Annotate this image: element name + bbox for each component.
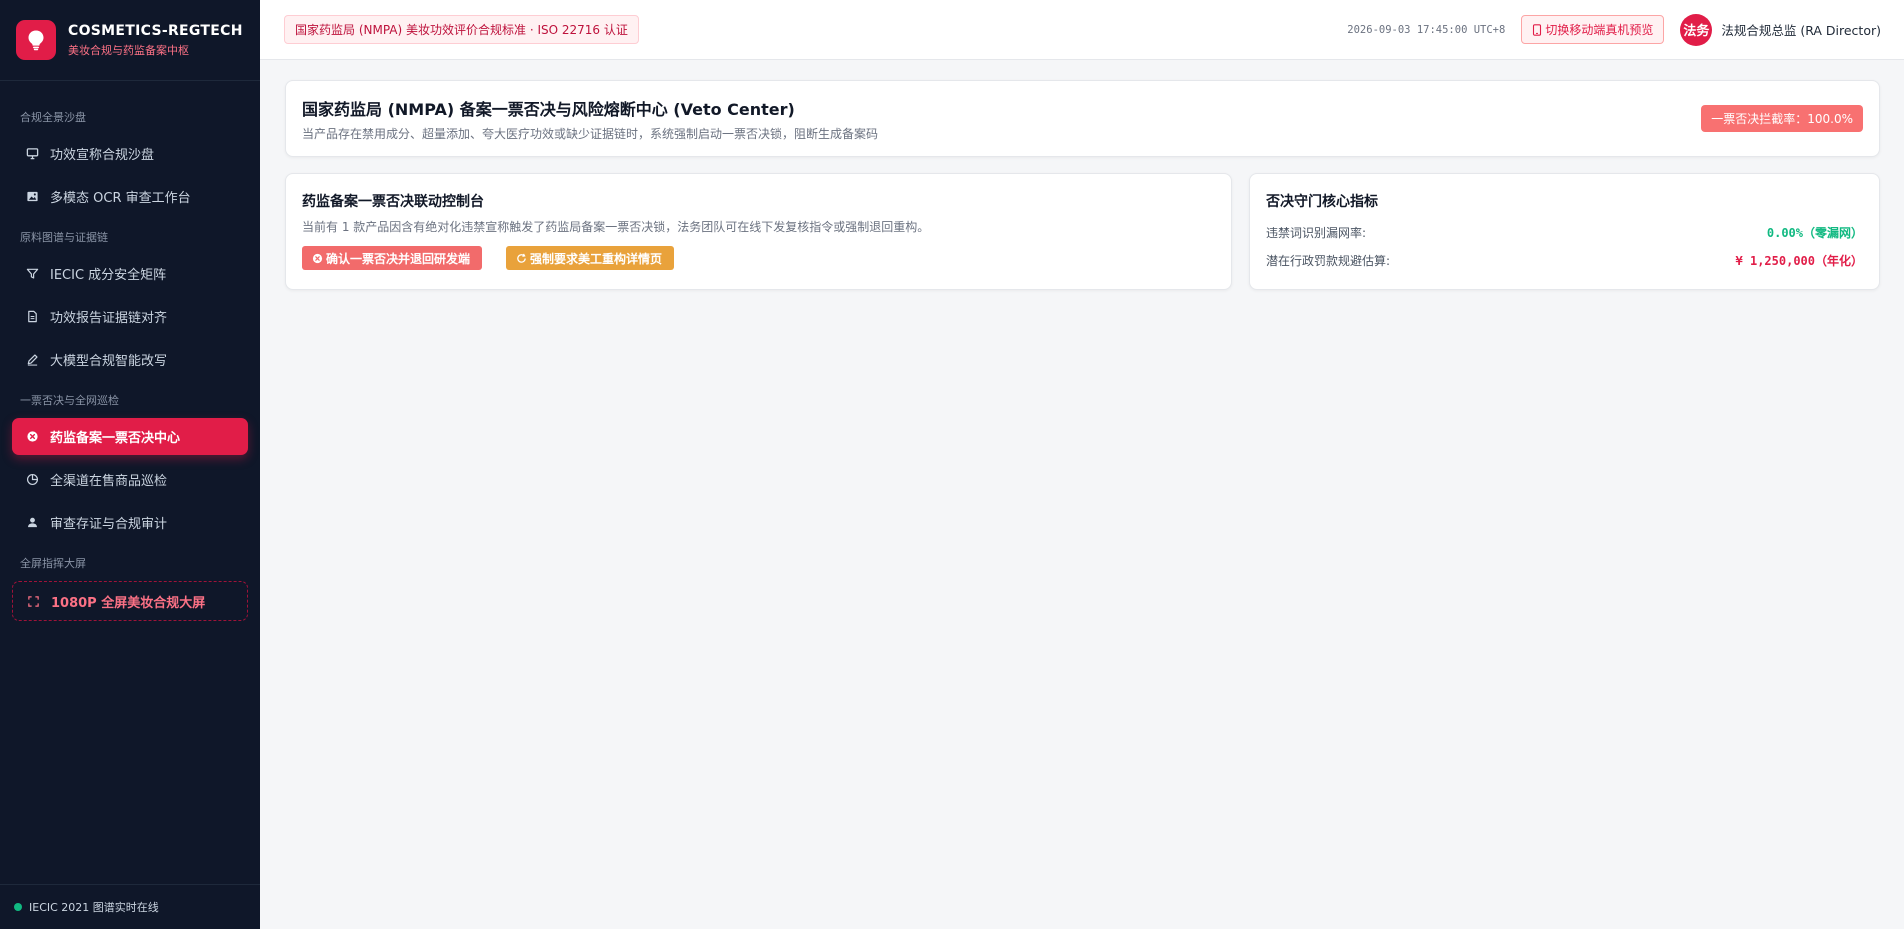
mobile-preview-label: 切换移动端真机预览 (1545, 23, 1654, 37)
app-root: COSMETICS-REGTECH 美妆合规与药监备案中枢 合规全景沙盘 功效宣… (0, 0, 1904, 929)
metric-penalty-estimate: 潜在行政罚款规避估算: ¥ 1,250,000（年化） (1266, 252, 1863, 269)
refresh-icon (516, 253, 527, 264)
datetime: 2026-09-03 17:45:00 UTC+8 (1347, 23, 1506, 36)
sidebar-item-audit[interactable]: 审查存证与合规审计 (12, 504, 248, 541)
sidebar-item-evidence-chain[interactable]: 功效报告证据链对齐 (12, 298, 248, 335)
fullscreen-icon (25, 593, 41, 609)
avatar[interactable]: 法务 (1680, 13, 1713, 46)
interception-rate-badge: 一票否决拦截率：100.0% (1701, 105, 1863, 132)
sidebar-item-fullscreen-dashboard[interactable]: 1080P 全屏美妆合规大屏 (12, 581, 248, 621)
sidebar-item-label: 审查存证与合规审计 (50, 517, 168, 532)
sidebar-item-label: 药监备案一票否决中心 (50, 431, 181, 446)
brand-name: COSMETICS-REGTECH (68, 22, 243, 39)
metric-label: 违禁词识别漏网率: (1266, 226, 1367, 240)
nav-group-title: 合规全景沙盘 (20, 111, 86, 124)
metrics-title: 否决守门核心指标 (1266, 194, 1378, 210)
status-online-dot-icon (14, 903, 22, 911)
standard-badge: 国家药监局 (NMPA) 美妆功效评价合规标准 · ISO 22716 认证 (284, 15, 639, 44)
metric-value: 0.00%（零漏网） (1766, 226, 1863, 240)
sidebar-item-label: 功效报告证据链对齐 (50, 311, 168, 326)
force-rework-label: 强制要求美工重构详情页 (530, 251, 663, 266)
confirm-veto-button[interactable]: 确认一票否决并退回研发端 (302, 246, 483, 270)
lightbulb-logo-icon (16, 20, 56, 60)
sidebar-item-veto-center[interactable]: 药监备案一票否决中心 (12, 418, 248, 455)
sidebar-footer: IECIC 2021 图谱实时在线 (0, 884, 260, 929)
x-circle-icon (312, 253, 323, 264)
nav-group-title: 原料图谱与证据链 (20, 231, 108, 244)
pie-chart-icon (24, 472, 40, 488)
sidebar-item-label: 1080P 全屏美妆合规大屏 (51, 595, 206, 611)
cards-row: 药监备案一票否决联动控制台 当前有 1 款产品因含有绝对化违禁宣称触发了药监局备… (285, 173, 1880, 290)
sidebar-item-label: 全渠道在售商品巡检 (50, 474, 168, 489)
metric-label: 潜在行政罚款规避估算: (1266, 254, 1391, 268)
sidebar-item-iecic-matrix[interactable]: IECIC 成分安全矩阵 (12, 255, 248, 292)
console-description: 当前有 1 款产品因含有绝对化违禁宣称触发了药监局备案一票否决锁，法务团队可在线… (302, 220, 930, 234)
veto-center-header-card: 国家药监局 (NMPA) 备案一票否决与风险熔断中心 (Veto Center)… (285, 80, 1880, 157)
footer-status-text: IECIC 2021 图谱实时在线 (29, 901, 159, 914)
confirm-veto-label: 确认一票否决并退回研发端 (326, 251, 471, 266)
monitor-icon (24, 146, 40, 162)
filter-icon (24, 266, 40, 282)
image-icon (24, 189, 40, 205)
page-title: 国家药监局 (NMPA) 备案一票否决与风险熔断中心 (Veto Center) (302, 99, 795, 119)
content: 国家药监局 (NMPA) 备案一票否决与风险熔断中心 (Veto Center)… (260, 60, 1904, 310)
sidebar-item-ocr-workbench[interactable]: 多模态 OCR 审查工作台 (12, 178, 248, 215)
sidebar-item-channel-patrol[interactable]: 全渠道在售商品巡检 (12, 461, 248, 498)
x-circle-icon (24, 429, 40, 445)
sidebar-nav: 合规全景沙盘 功效宣称合规沙盘 多模态 OCR 审查工作台 原料图谱与证据链 I… (0, 81, 260, 621)
user-name: 法规合规总监 (RA Director) (1721, 23, 1881, 38)
user-stamp-icon (24, 515, 40, 531)
metric-value: ¥ 1,250,000（年化） (1735, 254, 1863, 268)
brand-subtitle: 美妆合规与药监备案中枢 (68, 43, 189, 57)
sidebar-item-label: IECIC 成分安全矩阵 (50, 268, 167, 283)
topbar: 国家药监局 (NMPA) 美妆功效评价合规标准 · ISO 22716 认证 2… (260, 0, 1904, 60)
force-rework-button[interactable]: 强制要求美工重构详情页 (506, 246, 675, 270)
brand: COSMETICS-REGTECH 美妆合规与药监备案中枢 (0, 0, 260, 81)
sidebar-item-claims-sandbox[interactable]: 功效宣称合规沙盘 (12, 135, 248, 172)
sidebar-item-llm-rewrite[interactable]: 大模型合规智能改写 (12, 341, 248, 378)
sidebar-item-label: 多模态 OCR 审查工作台 (50, 191, 191, 206)
sidebar-item-label: 大模型合规智能改写 (50, 354, 168, 369)
nav-group-title: 一票否决与全网巡检 (20, 394, 119, 407)
page-subtitle: 当产品存在禁用成分、超量添加、夸大医疗功效或缺少证据链时，系统强制启动一票否决锁… (302, 126, 879, 141)
veto-control-console: 药监备案一票否决联动控制台 当前有 1 款产品因含有绝对化违禁宣称触发了药监局备… (285, 173, 1232, 290)
document-icon (24, 309, 40, 325)
pen-icon (24, 352, 40, 368)
nav-group-title: 全屏指挥大屏 (20, 557, 86, 570)
veto-metrics-card: 否决守门核心指标 违禁词识别漏网率: 0.00%（零漏网） 潜在行政罚款规避估算… (1249, 173, 1880, 290)
phone-icon (1532, 23, 1542, 36)
sidebar: COSMETICS-REGTECH 美妆合规与药监备案中枢 合规全景沙盘 功效宣… (0, 0, 260, 929)
metric-miss-rate: 违禁词识别漏网率: 0.00%（零漏网） (1266, 224, 1863, 241)
main-area: 国家药监局 (NMPA) 美妆功效评价合规标准 · ISO 22716 认证 2… (260, 0, 1904, 929)
sidebar-item-label: 功效宣称合规沙盘 (50, 148, 155, 163)
mobile-preview-button[interactable]: 切换移动端真机预览 (1521, 15, 1665, 44)
console-title: 药监备案一票否决联动控制台 (302, 194, 484, 210)
